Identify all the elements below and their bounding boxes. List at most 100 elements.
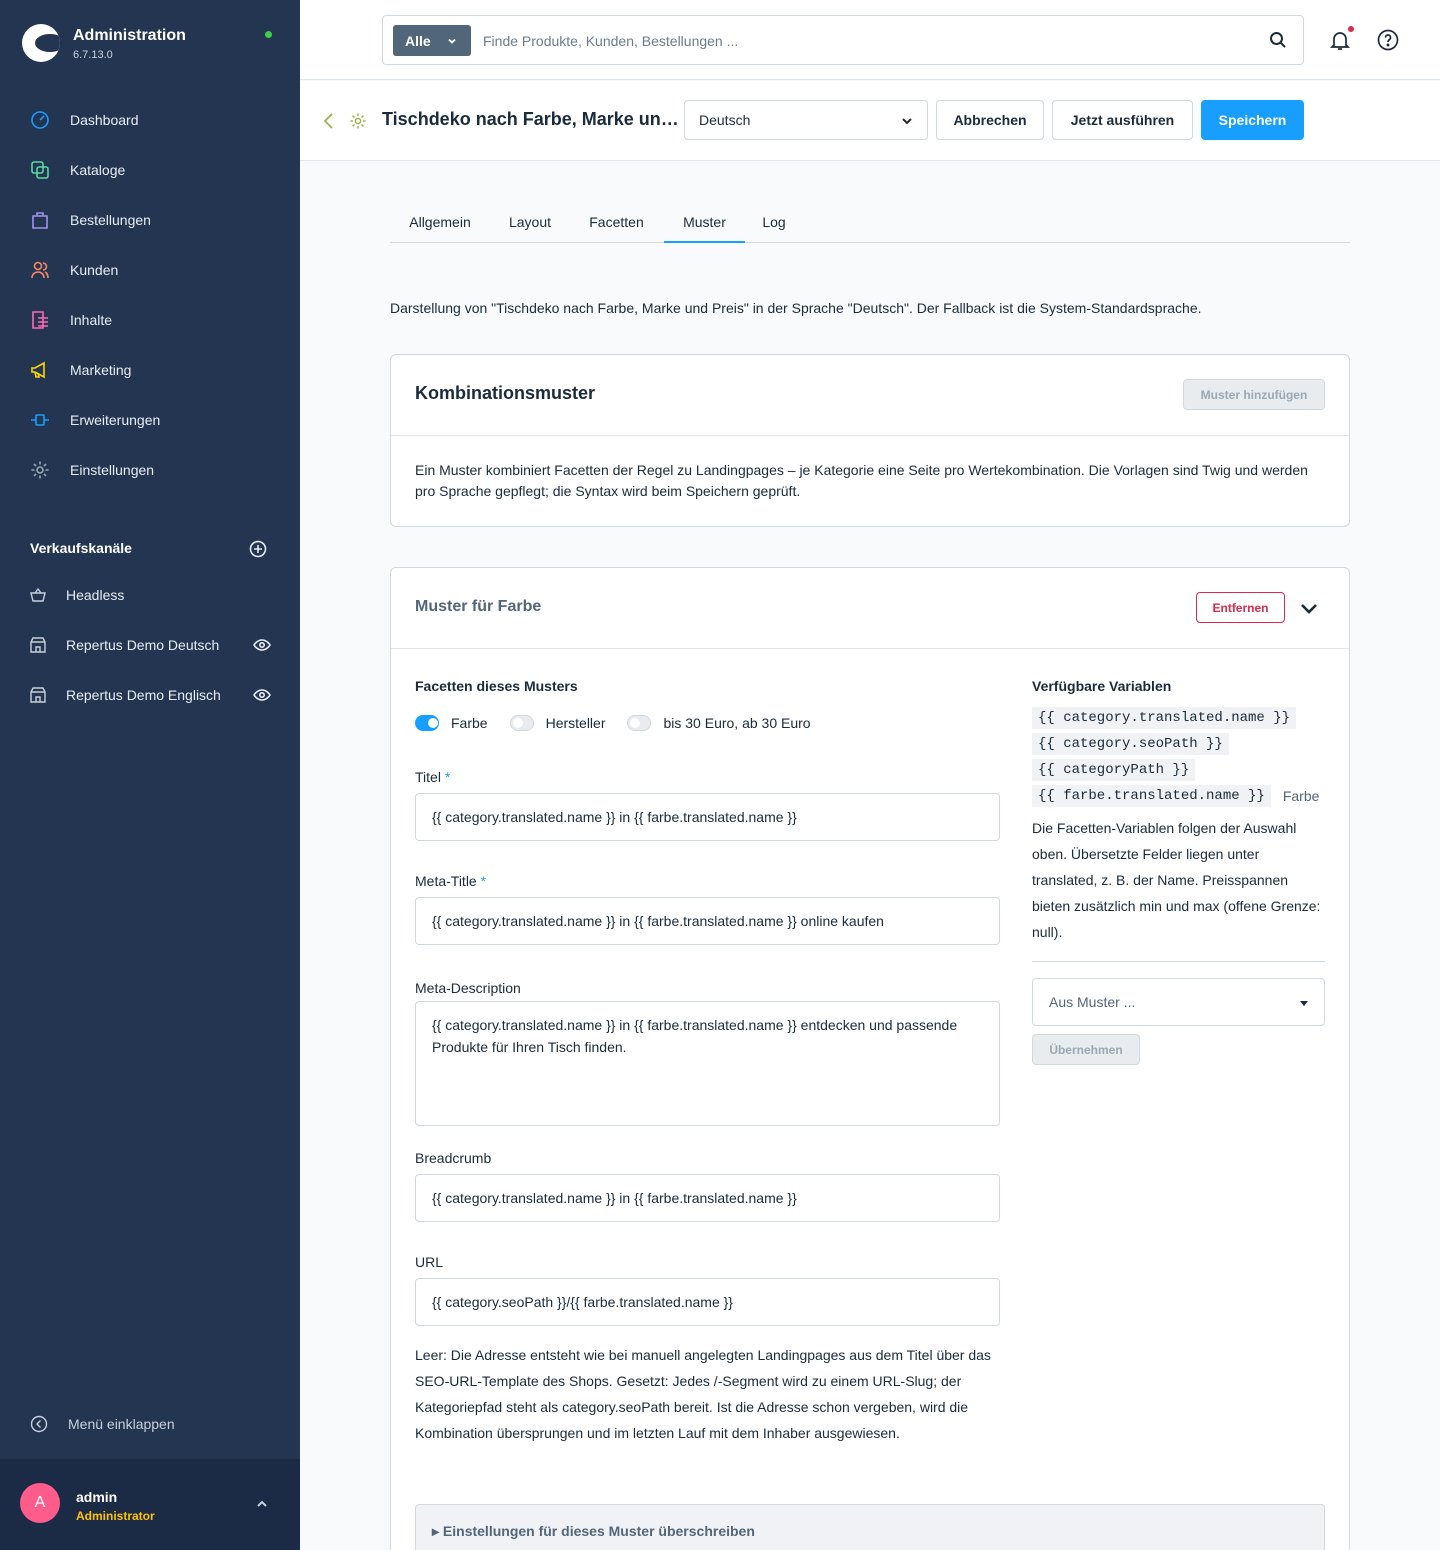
facet-toggles: Farbe Hersteller bis 30 Euro, ab 30 Euro [415,715,833,731]
chevron-down-icon[interactable] [1299,598,1319,618]
nav-dashboard[interactable]: Dashboard [30,105,139,135]
meta-title-field[interactable]: {{ category.translated.name }} in {{ far… [415,897,1000,945]
search-input[interactable] [483,28,1243,54]
remove-pattern-button[interactable]: Entfernen [1196,592,1285,623]
variable-chip: {{ category.seoPath }} [1032,733,1229,755]
back-arrow-icon[interactable] [322,112,336,130]
nav-orders[interactable]: Bestellungen [30,205,151,235]
add-pattern-button[interactable]: Muster hinzufügen [1183,379,1325,410]
url-help-text: Leer: Die Adresse entsteht wie bei manue… [415,1347,991,1441]
search-type-label: Alle [405,32,431,49]
sales-channel-repertus-en[interactable]: Repertus Demo Englisch [30,683,280,707]
title-label-text: Titel [415,769,441,785]
bell-icon[interactable] [1329,29,1351,51]
chevron-down-icon [448,38,456,44]
collapse-menu-label: Menü einklappen [68,1416,175,1432]
sales-channel-label: Repertus Demo Deutsch [66,637,220,653]
nav-marketing[interactable]: Marketing [30,355,131,385]
nav-orders-label: Bestellungen [70,212,151,228]
storefront-icon [30,637,46,653]
user-role: Administrator [76,1509,155,1523]
toggle-switch[interactable] [627,715,652,731]
online-status-dot [265,31,272,38]
chevron-up-icon[interactable] [255,1497,269,1511]
search-icon[interactable] [1269,31,1287,49]
global-search: Alle [382,15,1304,65]
chevron-left-circle-icon [30,1415,48,1433]
main-content: Allgemein Layout Facetten Muster Log Dar… [300,162,1440,1550]
toggle-switch[interactable] [509,715,534,731]
nav-catalog-label: Kataloge [70,162,126,178]
add-sales-channel-icon[interactable] [249,540,267,558]
tab-general[interactable]: Allgemein [390,205,490,243]
chevron-down-icon [902,118,912,125]
language-select[interactable]: Deutsch [684,100,928,140]
cancel-button[interactable]: Abbrechen [936,100,1044,140]
title-label: Titel * [415,769,450,785]
divider [1032,961,1325,962]
override-settings-disclosure[interactable]: ▸ Einstellungen für dieses Muster übersc… [415,1504,1325,1550]
page-title: Tischdeko nach Farbe, Marke und Preis [382,109,682,129]
sales-channels-title: Verkaufskanäle [30,540,132,556]
sales-channel-label: Headless [66,587,125,603]
copy-from-pattern-select[interactable]: Aus Muster ... [1032,978,1325,1026]
toggle-switch[interactable] [415,715,439,731]
required-marker: * [480,873,487,889]
nav-marketing-label: Marketing [70,362,132,378]
card-title: Kombinationsmuster [415,383,596,403]
tab-layout[interactable]: Layout [493,205,567,243]
title-field[interactable]: {{ category.translated.name }} in {{ far… [415,793,1000,841]
user-menu[interactable]: A admin Administrator [0,1459,300,1550]
help-icon[interactable] [1377,29,1399,51]
eye-icon[interactable] [253,686,271,704]
variables-title: Verfügbare Variablen [1032,678,1172,694]
shopware-logo-icon [22,24,60,62]
facet-toggle-price[interactable]: bis 30 Euro, ab 30 Euro [627,715,811,731]
app-title: Administration [73,26,186,44]
tab-facets[interactable]: Facetten [570,205,663,243]
meta-title-label: Meta-Title * [415,873,486,889]
eye-icon[interactable] [253,636,271,654]
override-settings-label: Einstellungen für dieses Muster überschr… [442,1523,755,1539]
facet-label: Farbe [451,715,488,731]
facet-label: bis 30 Euro, ab 30 Euro [663,715,811,731]
meta-description-label: Meta-Description [415,980,521,996]
meta-description-field[interactable]: {{ category.translated.name }} in {{ far… [415,1001,1000,1126]
pattern-title: Muster für Farbe [415,598,542,615]
nav-customers[interactable]: Kunden [30,255,118,285]
sidebar-header[interactable]: Administration 6.7.13.0 [22,24,186,62]
sales-channel-headless[interactable]: Headless [30,583,280,607]
nav-catalog[interactable]: Kataloge [30,155,125,185]
card-header: Kombinationsmuster Muster hinzufügen [391,355,1349,436]
tab-patterns[interactable]: Muster [664,205,745,243]
nav-extensions-label: Erweiterungen [70,412,161,428]
facet-toggle-farbe[interactable]: Farbe [415,715,488,731]
save-button[interactable]: Speichern [1201,100,1304,140]
tab-log[interactable]: Log [748,205,800,243]
run-now-button[interactable]: Jetzt ausführen [1052,100,1193,140]
variable-chip: {{ farbe.translated.name }} [1032,785,1271,807]
nav-dashboard-label: Dashboard [70,112,139,128]
breadcrumb-label: Breadcrumb [415,1150,492,1166]
facets-label: Facetten dieses Musters [415,678,578,694]
variable-chip: {{ categoryPath }} [1032,759,1196,781]
pattern-card: Muster für Farbe Entfernen Facetten dies… [390,567,1350,1550]
topbar: Alle [300,0,1440,80]
breadcrumb-field[interactable]: {{ category.translated.name }} in {{ far… [415,1174,1000,1222]
search-type-select[interactable]: Alle [393,25,471,56]
dashboard-icon [31,111,49,129]
user-name: admin [76,1489,118,1505]
sales-channel-repertus-de[interactable]: Repertus Demo Deutsch [30,633,280,657]
nav-content-label: Inhalte [70,312,113,328]
chevron-down-icon [1300,1001,1308,1006]
nav-extensions[interactable]: Erweiterungen [30,405,160,435]
smartbar: Tischdeko nach Farbe, Marke und Preis De… [300,81,1440,161]
url-field[interactable]: {{ category.seoPath }}/{{ farbe.translat… [415,1278,1000,1326]
extensions-icon [31,414,49,426]
variables-list: {{ category.translated.name }} {{ catego… [1032,707,1325,811]
nav-settings[interactable]: Einstellungen [30,455,154,485]
collapse-menu-button[interactable]: Menü einklappen [30,1415,175,1433]
facet-toggle-hersteller[interactable]: Hersteller [509,715,605,731]
apply-button[interactable]: Übernehmen [1032,1034,1140,1065]
nav-content[interactable]: Inhalte [30,305,112,335]
